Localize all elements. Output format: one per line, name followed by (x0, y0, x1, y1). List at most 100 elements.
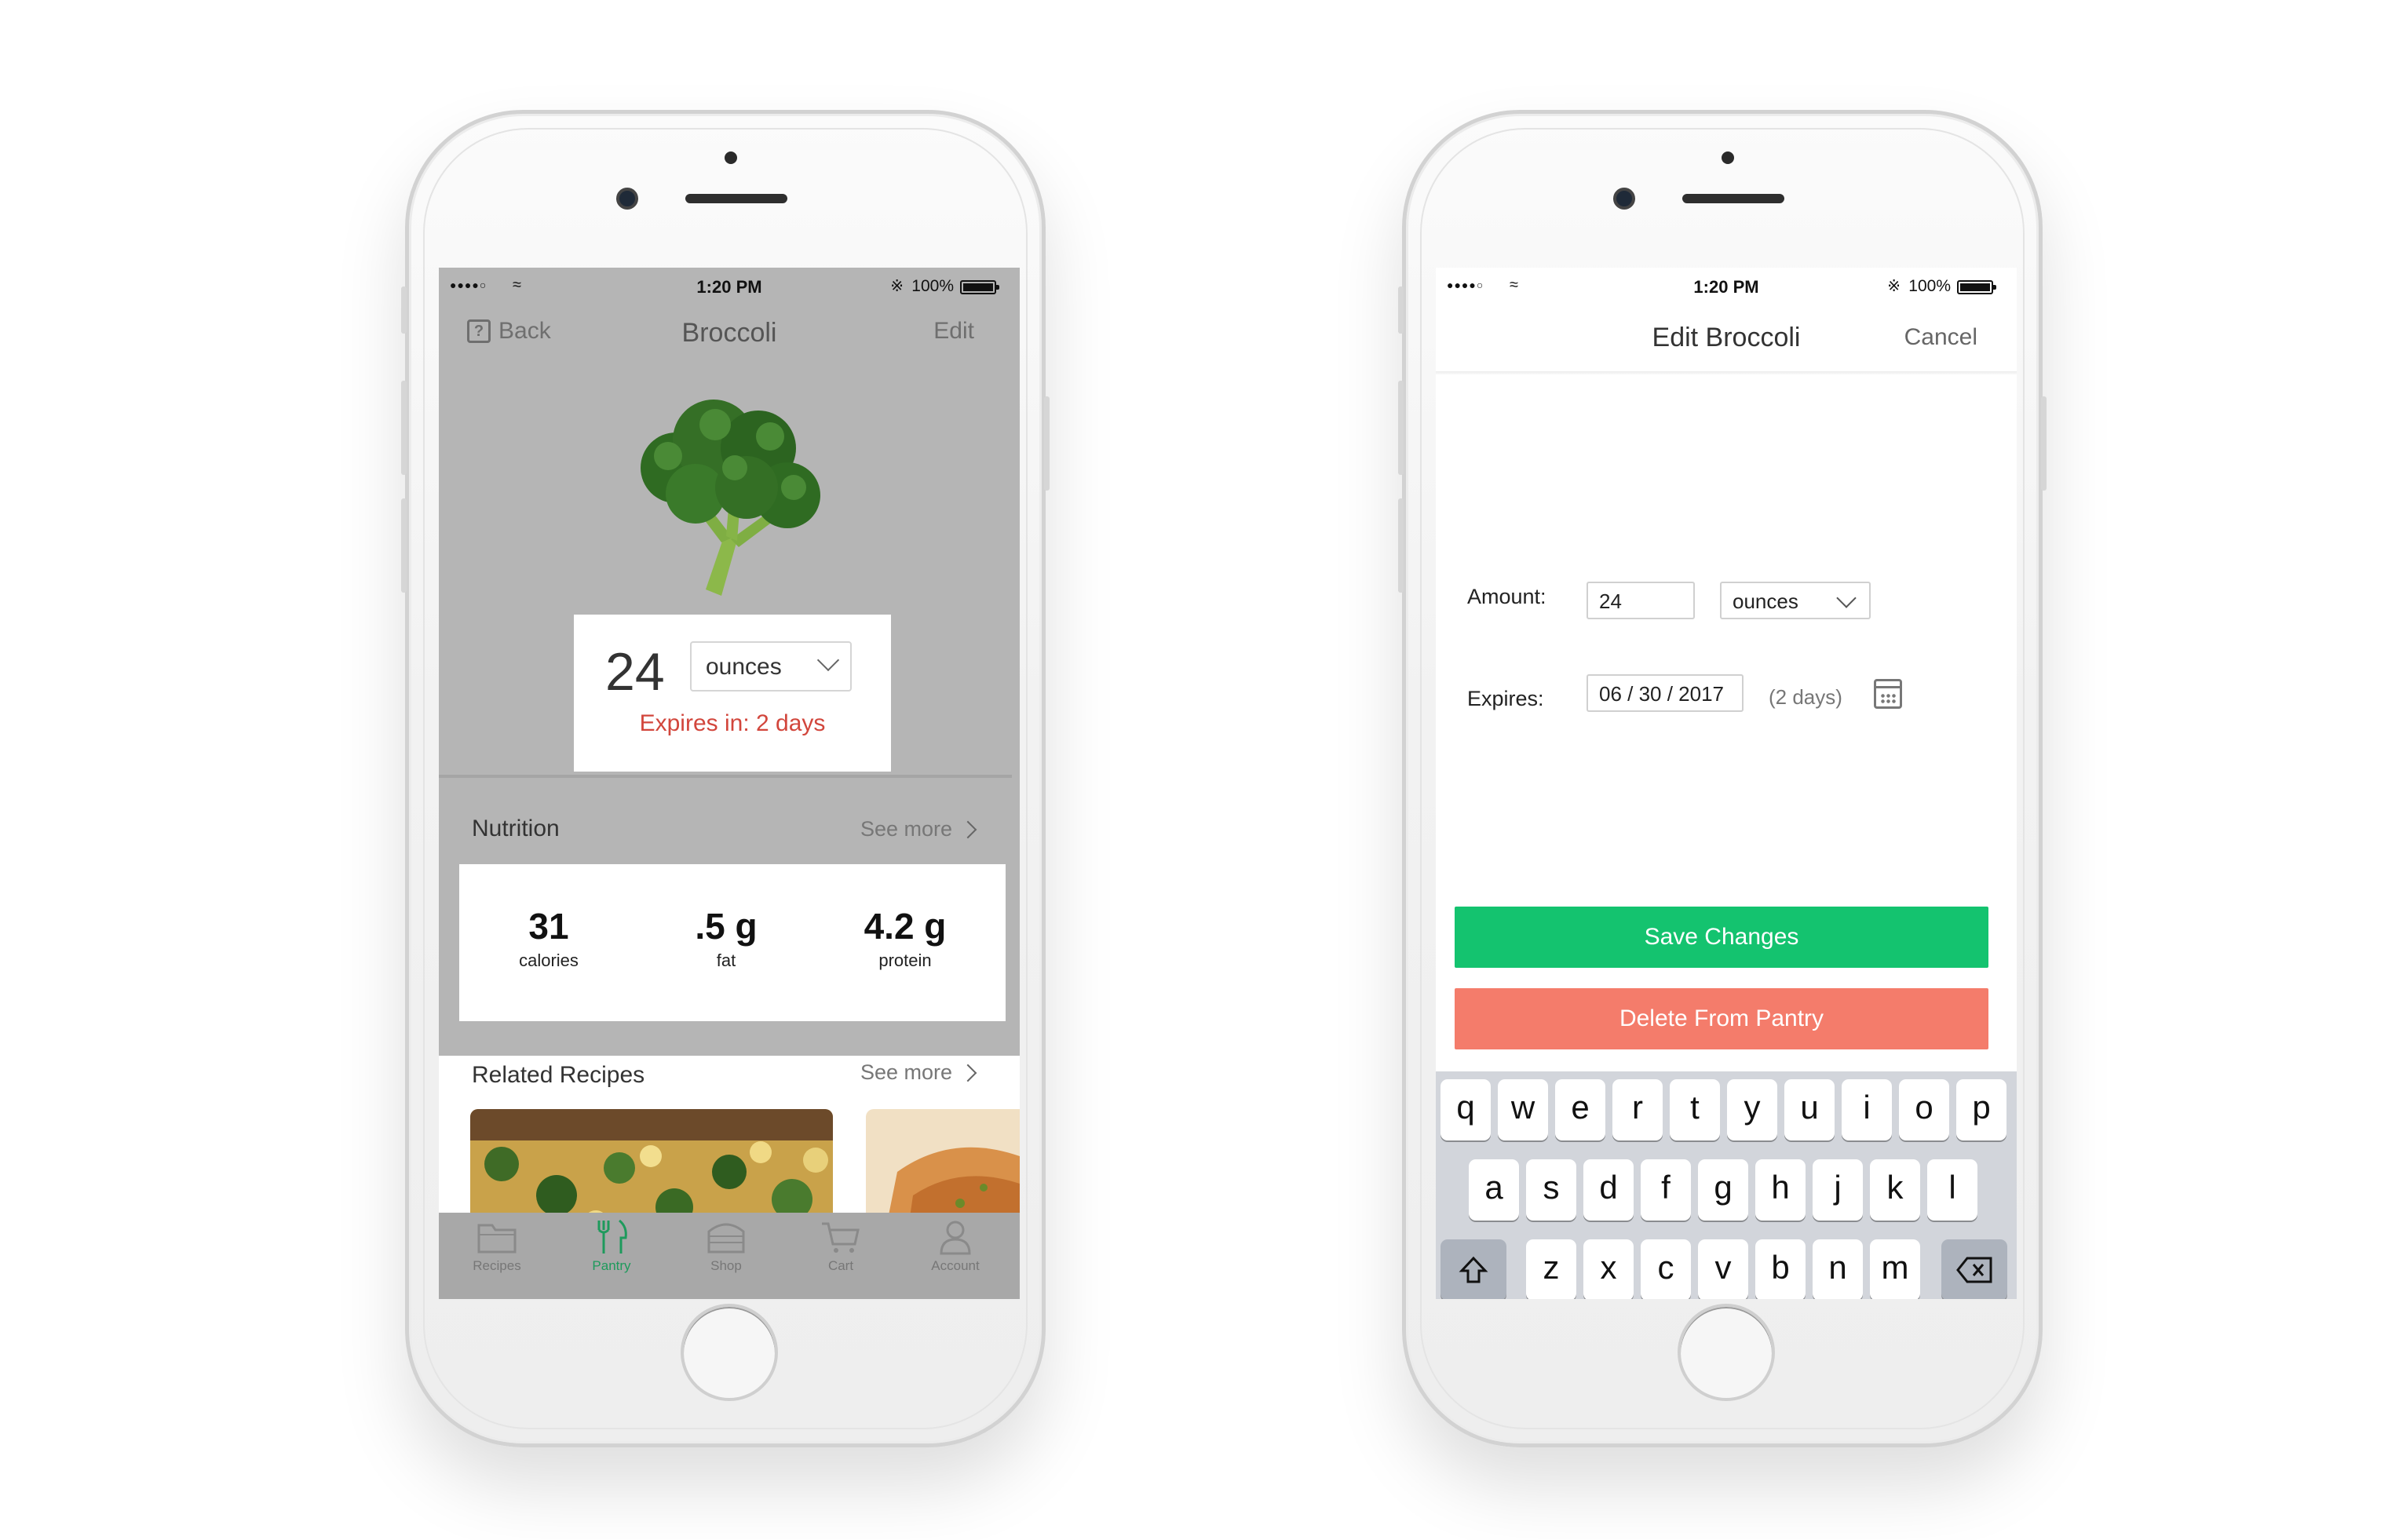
account-icon (940, 1221, 971, 1255)
key-e[interactable]: e (1555, 1079, 1605, 1140)
earpiece-speaker (1682, 194, 1784, 203)
home-button[interactable] (681, 1304, 778, 1401)
tab-label: Account (931, 1258, 980, 1273)
amount-input[interactable]: 24 (1587, 582, 1695, 619)
tab-label: Recipes (473, 1258, 521, 1273)
page-title: Broccoli (681, 318, 777, 348)
key-f[interactable]: f (1641, 1159, 1691, 1221)
amount-label: Amount: (1467, 585, 1546, 608)
key-n[interactable]: n (1813, 1239, 1863, 1299)
shift-key[interactable] (1440, 1239, 1506, 1299)
volume-up-button (401, 381, 407, 475)
key-w[interactable]: w (1498, 1079, 1548, 1140)
key-v[interactable]: v (1698, 1239, 1748, 1299)
nutrition-see-more-link[interactable]: See more (860, 817, 977, 841)
tab-cart[interactable]: Cart (794, 1219, 888, 1274)
key-r[interactable]: r (1612, 1079, 1663, 1140)
tab-label: Pantry (592, 1258, 631, 1273)
status-bar: ●●●●○ ≈ 1:20 PM ※ 100% (439, 268, 1020, 307)
tab-label: Cart (827, 1258, 854, 1273)
chevron-down-icon (816, 648, 840, 672)
front-camera (1613, 188, 1635, 210)
related-recipes-heading: Related Recipes (472, 1062, 645, 1088)
expires-label: Expires: (1467, 687, 1544, 710)
pantry-item-screen: ●●●●○ ≈ 1:20 PM ※ 100% ? Back Broccoli E… (439, 268, 1020, 1299)
nutrition-stat-protein: 4.2 g protein (827, 905, 984, 971)
chevron-right-icon (959, 820, 977, 838)
shift-icon (1459, 1256, 1488, 1283)
key-c[interactable]: c (1641, 1239, 1691, 1299)
amount-input-value: 24 (1599, 589, 1622, 613)
phone-frame-right: ●●●●○ ≈ 1:20 PM ※ 100% Edit Broccoli Can… (1398, 110, 2047, 1447)
key-j[interactable]: j (1813, 1159, 1863, 1221)
edit-button[interactable]: Edit (933, 318, 974, 345)
key-s[interactable]: s (1526, 1159, 1576, 1221)
sensor-dot (1722, 151, 1734, 164)
stat-label: protein (878, 951, 932, 970)
key-u[interactable]: u (1784, 1079, 1835, 1140)
key-y[interactable]: y (1727, 1079, 1777, 1140)
backspace-icon (1956, 1257, 1992, 1283)
unit-value: ounces (706, 654, 782, 680)
key-k[interactable]: k (1870, 1159, 1920, 1221)
tab-shop[interactable]: Shop (679, 1219, 773, 1274)
calendar-icon[interactable] (1874, 679, 1902, 709)
tab-pantry[interactable]: Pantry (564, 1219, 659, 1274)
key-z[interactable]: z (1526, 1239, 1576, 1299)
save-changes-button[interactable]: Save Changes (1455, 907, 1988, 968)
key-h[interactable]: h (1755, 1159, 1806, 1221)
power-button (2041, 396, 2047, 491)
key-x[interactable]: x (1583, 1239, 1634, 1299)
tab-recipes[interactable]: Recipes (450, 1219, 544, 1274)
see-more-label: See more (860, 1060, 952, 1084)
volume-down-button (401, 498, 407, 593)
expiry-date-input[interactable]: 06 / 30 / 2017 (1587, 674, 1744, 712)
home-button[interactable] (1678, 1304, 1775, 1401)
tab-account[interactable]: Account (908, 1219, 1002, 1274)
edit-item-screen: ●●●●○ ≈ 1:20 PM ※ 100% Edit Broccoli Can… (1436, 268, 2017, 1299)
folder-icon (477, 1224, 517, 1254)
expiry-text: Expires in: 2 days (639, 710, 826, 736)
tab-bar: Recipes Pantry Shop Cart Account (439, 1213, 1020, 1299)
unit-dropdown[interactable]: ounces (690, 641, 852, 692)
delete-from-pantry-button[interactable]: Delete From Pantry (1455, 988, 1988, 1049)
key-a[interactable]: a (1469, 1159, 1519, 1221)
on-screen-keyboard: q w e r t y u i o p a s d f g h j k l z … (1436, 1071, 2017, 1299)
key-i[interactable]: i (1842, 1079, 1892, 1140)
unit-value: ounces (1733, 589, 1798, 613)
key-d[interactable]: d (1583, 1159, 1634, 1221)
stat-value: 31 (528, 906, 569, 947)
volume-down-button (1398, 498, 1404, 593)
bluetooth-icon: ※ (890, 278, 904, 295)
key-g[interactable]: g (1698, 1159, 1748, 1221)
key-b[interactable]: b (1755, 1239, 1806, 1299)
cart-icon (822, 1222, 860, 1253)
key-m[interactable]: m (1870, 1239, 1920, 1299)
mute-switch (401, 286, 407, 334)
key-l[interactable]: l (1927, 1159, 1977, 1221)
stat-label: fat (716, 951, 736, 970)
nutrition-stat-calories: 31 calories (470, 905, 627, 971)
tab-label: Shop (710, 1258, 742, 1273)
nutrition-stat-fat: .5 g fat (648, 905, 805, 971)
shop-icon (707, 1223, 745, 1254)
days-remaining-hint: (2 days) (1769, 685, 1842, 709)
quantity-value: 24 (605, 642, 665, 702)
volume-up-button (1398, 381, 1404, 475)
key-o[interactable]: o (1899, 1079, 1949, 1140)
battery-icon (960, 280, 999, 294)
divider (439, 775, 1012, 778)
key-p[interactable]: p (1956, 1079, 2006, 1140)
quantity-card: 24 ounces Expires in: 2 days (574, 615, 891, 772)
unit-dropdown[interactable]: ounces (1720, 582, 1871, 619)
related-see-more-link[interactable]: See more (860, 1060, 977, 1085)
stat-value: 4.2 g (864, 906, 947, 947)
cancel-button[interactable]: Cancel (1904, 324, 1977, 351)
battery-icon (1957, 280, 1996, 294)
status-bar: ●●●●○ ≈ 1:20 PM ※ 100% (1436, 268, 2017, 307)
battery-percent: 100% (911, 277, 954, 295)
key-t[interactable]: t (1670, 1079, 1720, 1140)
delete-key[interactable] (1941, 1239, 2007, 1299)
key-q[interactable]: q (1440, 1079, 1491, 1140)
earpiece-speaker (685, 194, 787, 203)
